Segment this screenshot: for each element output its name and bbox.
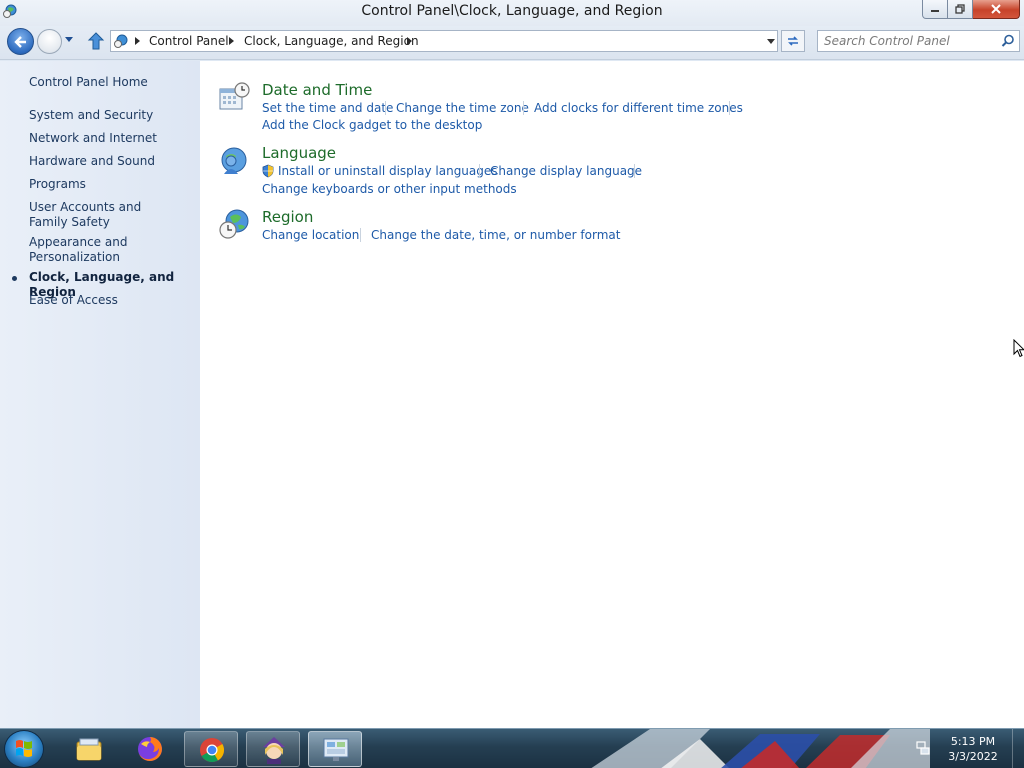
restore-button[interactable] <box>948 0 973 19</box>
close-button[interactable] <box>973 0 1020 19</box>
network-icon[interactable] <box>915 740 931 756</box>
breadcrumb-clock-language-region[interactable]: Clock, Language, and Region <box>244 34 419 48</box>
link-install-uninstall-languages[interactable]: Install or uninstall display languages <box>278 164 498 178</box>
window-title: Control Panel\Clock, Language, and Regio… <box>361 3 663 19</box>
window-controls <box>922 0 1020 19</box>
chrome-icon <box>200 738 225 763</box>
breadcrumb-control-panel[interactable]: Control Panel <box>149 34 229 48</box>
control-panel-icon <box>323 738 349 761</box>
sidebar-item-programs[interactable]: Programs <box>29 177 199 192</box>
link-change-date-time-number-format[interactable]: Change the date, time, or number format <box>371 228 620 242</box>
region-title[interactable]: Region <box>262 208 313 226</box>
minimize-icon <box>931 10 939 12</box>
show-desktop-button[interactable] <box>1012 729 1024 768</box>
forward-button[interactable] <box>37 29 62 54</box>
breadcrumb-end-arrow-icon[interactable] <box>407 37 412 45</box>
mouse-cursor-icon <box>1013 339 1024 358</box>
calendar-clock-icon[interactable] <box>218 81 250 113</box>
character-app-icon <box>263 737 285 764</box>
link-separator <box>634 164 635 178</box>
uac-shield-icon <box>262 164 274 178</box>
link-separator <box>523 101 524 115</box>
refresh-button[interactable] <box>781 30 805 52</box>
link-add-clocks[interactable]: Add clocks for different time zones <box>534 101 743 115</box>
restore-icon <box>955 4 965 14</box>
active-item-bullet <box>12 276 17 281</box>
link-change-time-zone[interactable]: Change the time zone <box>396 101 529 115</box>
link-add-clock-gadget[interactable]: Add the Clock gadget to the desktop <box>262 118 482 132</box>
sidebar: Control Panel Home System and Security N… <box>0 61 200 728</box>
taskbar-control-panel[interactable] <box>308 731 362 767</box>
navigation-bar: Control Panel Clock, Language, and Regio… <box>0 26 1024 60</box>
link-separator <box>360 228 361 242</box>
search-icon[interactable] <box>1001 34 1015 48</box>
minimize-button[interactable] <box>922 0 948 19</box>
back-arrow-icon <box>13 35 26 48</box>
sidebar-item-control-panel-home[interactable]: Control Panel Home <box>29 75 199 90</box>
sidebar-item-user-accounts[interactable]: User Accounts and Family Safety <box>29 200 179 230</box>
taskbar-file-explorer[interactable] <box>62 731 116 767</box>
control-panel-location-icon <box>114 34 128 48</box>
breadcrumb-separator-icon[interactable] <box>229 37 234 45</box>
sidebar-item-network-and-internet[interactable]: Network and Internet <box>29 131 199 146</box>
language-title[interactable]: Language <box>262 144 336 162</box>
taskbar-chrome[interactable] <box>184 731 238 767</box>
link-separator <box>385 101 386 115</box>
clock-time: 5:13 PM <box>950 735 996 748</box>
start-button[interactable] <box>4 730 44 768</box>
link-separator <box>479 164 480 178</box>
link-separator <box>729 101 730 115</box>
language-icon[interactable] <box>218 144 250 176</box>
link-set-time-and-date[interactable]: Set the time and date <box>262 101 393 115</box>
wallpaper-decoration <box>591 729 930 768</box>
taskbar-clock[interactable]: 5:13 PM 3/3/2022 <box>940 734 1006 764</box>
sidebar-item-hardware-and-sound[interactable]: Hardware and Sound <box>29 154 199 169</box>
refresh-icon <box>788 36 798 46</box>
sidebar-item-ease-of-access[interactable]: Ease of Access <box>29 293 199 308</box>
search-box[interactable] <box>817 30 1020 52</box>
link-change-keyboards[interactable]: Change keyboards or other input methods <box>262 182 517 196</box>
up-arrow-icon[interactable] <box>86 31 106 51</box>
taskbar-character-app[interactable] <box>246 731 300 767</box>
windows-logo-icon <box>16 740 32 757</box>
firefox-icon <box>138 737 162 761</box>
clock-date: 3/3/2022 <box>948 750 998 763</box>
link-change-location[interactable]: Change location <box>262 228 359 242</box>
breadcrumb-root-arrow-icon[interactable] <box>135 37 140 45</box>
main-content: Date and Time Set the time and date Chan… <box>200 61 1024 728</box>
address-bar[interactable]: Control Panel Clock, Language, and Regio… <box>110 30 778 52</box>
search-input[interactable] <box>824 33 996 49</box>
title-bar: Control Panel\Clock, Language, and Regio… <box>0 0 1024 26</box>
link-change-display-language[interactable]: Change display language <box>490 164 642 178</box>
taskbar-firefox[interactable] <box>123 731 177 767</box>
back-button[interactable] <box>7 28 34 55</box>
close-icon <box>991 4 1001 14</box>
sidebar-item-system-and-security[interactable]: System and Security <box>29 108 199 123</box>
date-and-time-title[interactable]: Date and Time <box>262 81 372 99</box>
file-explorer-icon <box>76 738 102 761</box>
sidebar-item-appearance[interactable]: Appearance and Personalization <box>29 235 139 265</box>
address-dropdown-icon[interactable] <box>767 39 775 44</box>
recent-pages-dropdown-icon[interactable] <box>64 36 74 44</box>
taskbar: 5:13 PM 3/3/2022 <box>0 728 1024 768</box>
globe-clock-icon[interactable] <box>218 208 250 240</box>
